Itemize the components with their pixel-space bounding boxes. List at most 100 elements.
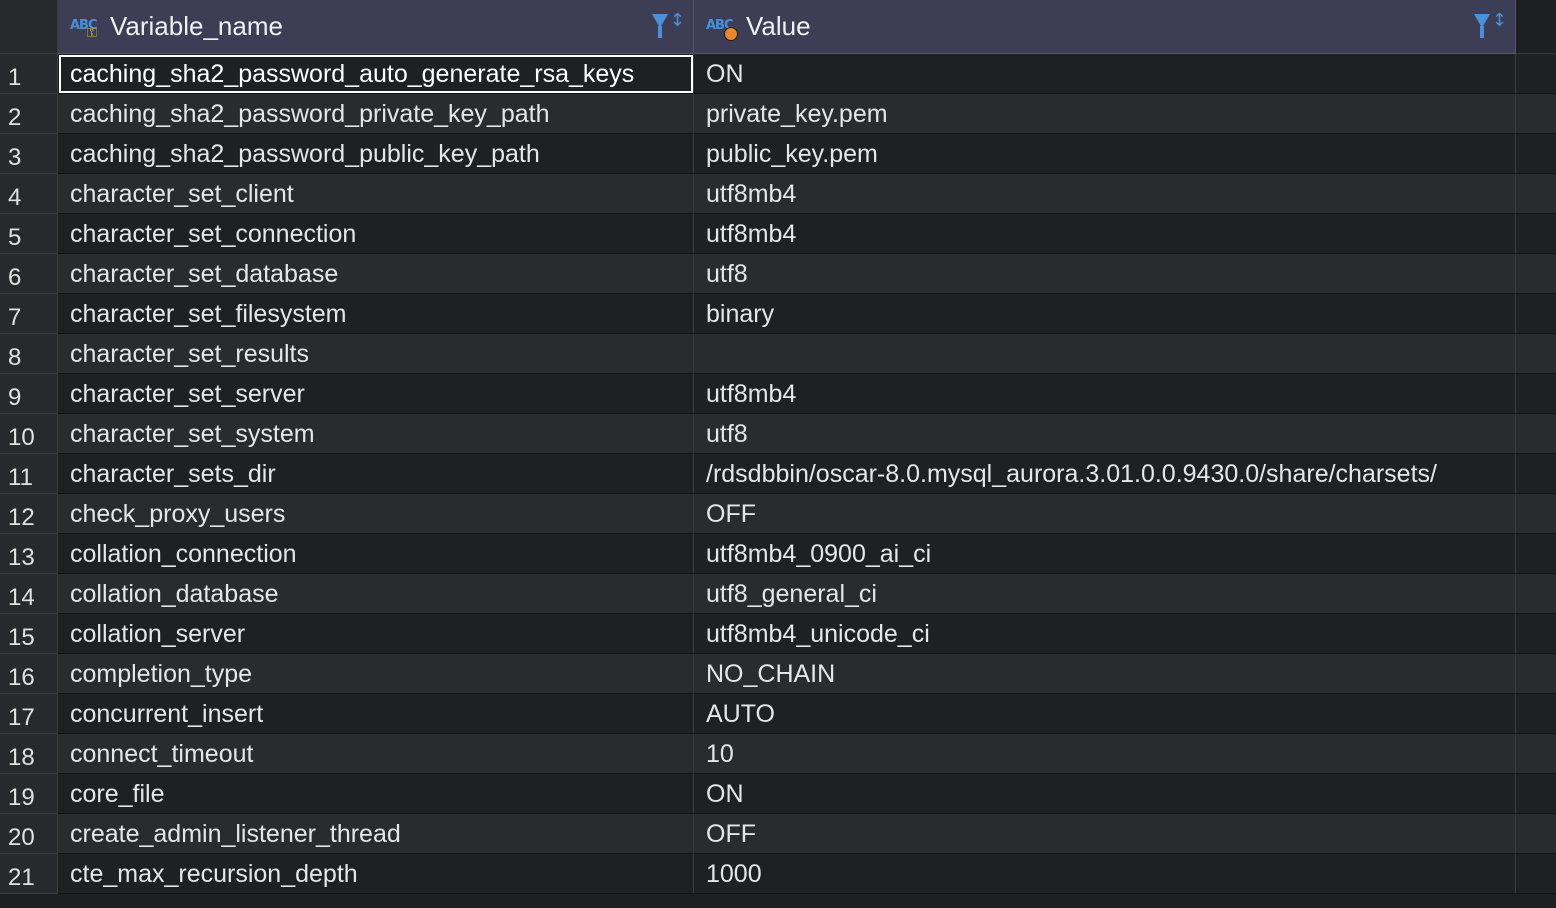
table-row[interactable]: 7 character_set_filesystem binary [0,294,1556,334]
cell-variable-name[interactable]: check_proxy_users [58,494,694,534]
row-filler [1516,574,1556,614]
header-filler [1516,0,1556,54]
table-row[interactable]: 14 collation_database utf8_general_ci [0,574,1556,614]
table-row[interactable]: 12 check_proxy_users OFF [0,494,1556,534]
row-number[interactable]: 3 [0,134,58,174]
row-number[interactable]: 19 [0,774,58,814]
row-number[interactable]: 1 [0,54,58,94]
cell-value[interactable]: utf8mb4 [694,214,1516,254]
table-row[interactable]: 15 collation_server utf8mb4_unicode_ci [0,614,1556,654]
cell-value[interactable]: /rdsdbbin/oscar-8.0.mysql_aurora.3.01.0.… [694,454,1516,494]
row-filler [1516,214,1556,254]
cell-value[interactable]: utf8mb4 [694,174,1516,214]
cell-variable-name[interactable]: collation_connection [58,534,694,574]
cell-variable-name[interactable]: connect_timeout [58,734,694,774]
cell-variable-name[interactable]: character_set_connection [58,214,694,254]
cell-value[interactable]: binary [694,294,1516,334]
row-number[interactable]: 5 [0,214,58,254]
cell-value[interactable]: utf8mb4_unicode_ci [694,614,1516,654]
cell-variable-name[interactable]: character_set_server [58,374,694,414]
cell-variable-name[interactable]: concurrent_insert [58,694,694,734]
table-row[interactable]: 5 character_set_connection utf8mb4 [0,214,1556,254]
row-filler [1516,94,1556,134]
table-row[interactable]: 19 core_file ON [0,774,1556,814]
table-row[interactable]: 8 character_set_results [0,334,1556,374]
row-number[interactable]: 18 [0,734,58,774]
cell-variable-name[interactable]: caching_sha2_password_private_key_path [58,94,694,134]
table-row[interactable]: 11 character_sets_dir/rdsdbbin/oscar-8.0.… [0,454,1556,494]
cell-value[interactable]: 10 [694,734,1516,774]
row-number[interactable]: 7 [0,294,58,334]
row-number[interactable]: 9 [0,374,58,414]
filter-sort-icon[interactable]: ↕ [651,12,685,38]
cell-value[interactable]: OFF [694,494,1516,534]
row-filler [1516,774,1556,814]
table-row[interactable]: 17 concurrent_insert AUTO [0,694,1556,734]
row-number[interactable]: 11 [0,454,58,494]
row-number[interactable]: 12 [0,494,58,534]
cell-value[interactable]: ON [694,54,1516,94]
cell-value[interactable]: ON [694,774,1516,814]
row-number[interactable]: 4 [0,174,58,214]
cell-variable-name[interactable]: character_sets_dir [58,454,694,494]
cell-variable-name[interactable]: create_admin_listener_thread [58,814,694,854]
table-row[interactable]: 3 caching_sha2_password_public_key_path pu… [0,134,1556,174]
cell-value[interactable]: public_key.pem [694,134,1516,174]
row-number[interactable]: 16 [0,654,58,694]
cell-value[interactable]: utf8 [694,414,1516,454]
abc-dot-icon: ABC [706,12,742,42]
table-row[interactable]: 13 collation_connection utf8mb4_0900_ai_ci [0,534,1556,574]
cell-variable-name[interactable]: character_set_database [58,254,694,294]
row-number[interactable]: 13 [0,534,58,574]
column-header-variable-name[interactable]: ABC ⚿ Variable_name ↕ [58,0,694,54]
cell-value[interactable]: 1000 [694,854,1516,894]
cell-variable-name[interactable]: character_set_system [58,414,694,454]
cell-variable-name[interactable]: collation_server [58,614,694,654]
cell-variable-name[interactable]: character_set_filesystem [58,294,694,334]
cell-value[interactable]: utf8mb4_0900_ai_ci [694,534,1516,574]
table-row[interactable]: 4 character_set_client utf8mb4 [0,174,1556,214]
cell-value[interactable]: AUTO [694,694,1516,734]
cell-variable-name[interactable]: character_set_results [58,334,694,374]
cell-value[interactable] [694,334,1516,374]
table-row[interactable]: 10 character_set_system utf8 [0,414,1556,454]
column-header-value[interactable]: ABC Value ↕ [694,0,1516,54]
row-number[interactable]: 6 [0,254,58,294]
table-row[interactable]: 6 character_set_database utf8 [0,254,1556,294]
cell-value[interactable]: utf8mb4 [694,374,1516,414]
row-filler [1516,134,1556,174]
row-number[interactable]: 10 [0,414,58,454]
grid-body: 1 caching_sha2_password_auto_generate_rsa… [0,54,1556,894]
cell-variable-name[interactable]: character_set_client [58,174,694,214]
row-number[interactable]: 14 [0,574,58,614]
row-filler [1516,454,1556,494]
table-row[interactable]: 9 character_set_server utf8mb4 [0,374,1556,414]
row-number[interactable]: 17 [0,694,58,734]
cell-value[interactable]: NO_CHAIN [694,654,1516,694]
cell-value[interactable]: OFF [694,814,1516,854]
row-number[interactable]: 2 [0,94,58,134]
cell-variable-name[interactable]: core_file [58,774,694,814]
table-row[interactable]: 18 connect_timeout 10 [0,734,1556,774]
table-row[interactable]: 1 caching_sha2_password_auto_generate_rsa… [0,54,1556,94]
cell-value[interactable]: utf8_general_ci [694,574,1516,614]
row-number[interactable]: 8 [0,334,58,374]
column-header-label: Variable_name [110,11,283,41]
row-number[interactable]: 15 [0,614,58,654]
table-row[interactable]: 16 completion_type NO_CHAIN [0,654,1556,694]
table-row[interactable]: 21 cte_max_recursion_depth 1000 [0,854,1556,894]
filter-sort-icon[interactable]: ↕ [1473,12,1507,38]
cell-variable-name[interactable]: collation_database [58,574,694,614]
table-row[interactable]: 2 caching_sha2_password_private_key_path p… [0,94,1556,134]
table-row[interactable]: 20 create_admin_listener_thread OFF [0,814,1556,854]
row-number[interactable]: 21 [0,854,58,894]
row-number[interactable]: 20 [0,814,58,854]
cell-variable-name[interactable]: cte_max_recursion_depth [58,854,694,894]
cell-variable-name[interactable]: completion_type [58,654,694,694]
header-corner[interactable] [0,0,58,54]
cell-value[interactable]: utf8 [694,254,1516,294]
cell-variable-name[interactable]: caching_sha2_password_auto_generate_rsa_… [58,54,694,94]
cell-value[interactable]: private_key.pem [694,94,1516,134]
cell-variable-name[interactable]: caching_sha2_password_public_key_path [58,134,694,174]
row-filler [1516,694,1556,734]
